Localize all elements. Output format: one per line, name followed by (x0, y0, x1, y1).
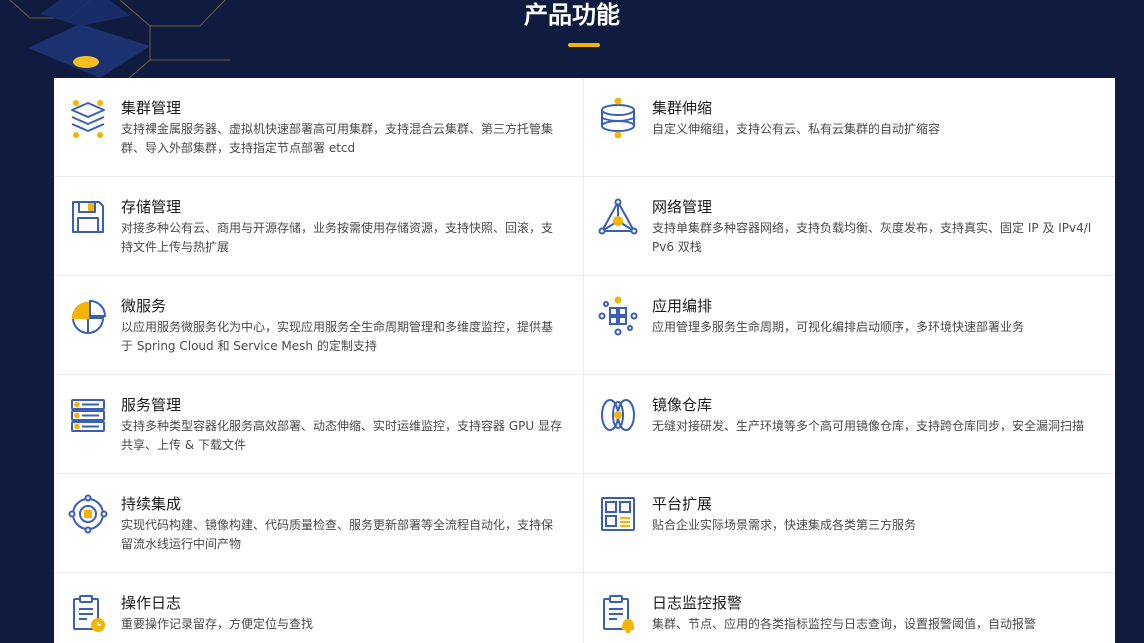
feature-desc: 对接多种公有云、商用与开源存储，业务按需使用存储资源，支持快照、回滚，支持文件上… (121, 221, 554, 254)
feature-title: 应用编排 (652, 297, 713, 315)
feature-panel: 集群管理 支持裸金属服务器、虚拟机快速部署高可用集群，支持混合云集群、第三方托管… (54, 78, 1115, 643)
title-underline (568, 43, 600, 47)
rings-icon (598, 395, 638, 435)
feature-title: 集群伸缩 (652, 99, 713, 117)
feature-title: 操作日志 (121, 594, 182, 612)
floppy-disk-icon (68, 197, 108, 237)
feature-operation-log: 操作日志 重要操作记录留存，方便定位与查找 (54, 573, 584, 643)
feature-desc: 无缝对接研发、生产环境等多个高可用镜像仓库，支持跨仓库同步，安全漏洞扫描 (652, 419, 1085, 433)
feature-title: 微服务 (121, 297, 167, 315)
feature-title: 持续集成 (121, 495, 182, 513)
grid-nodes-icon (598, 296, 638, 336)
coin-icon (73, 56, 99, 68)
feature-cluster-scaling: 集群伸缩 自定义伸缩组，支持公有云、私有云集群的自动扩缩容 (584, 78, 1115, 177)
feature-title: 存储管理 (121, 198, 182, 216)
feature-image-registry: 镜像仓库 无缝对接研发、生产环境等多个高可用镜像仓库，支持跨仓库同步，安全漏洞扫… (584, 375, 1115, 474)
feature-desc: 支持单集群多种容器网络，支持负载均衡、灰度发布，支持真实、固定 IP 及 IPv… (652, 221, 1092, 254)
feature-log-monitor-alert: 日志监控报警 集群、节点、应用的各类指标监控与日志查询，设置报警阈值，自动报警 (584, 573, 1115, 643)
feature-desc: 以应用服务微服务化为中心，实现应用服务全生命周期管理和多维度监控，提供基于 Sp… (121, 320, 554, 353)
feature-title: 服务管理 (121, 396, 182, 414)
pie-segments-icon (68, 296, 108, 336)
clipboard-clock-icon (68, 593, 108, 633)
feature-title: 日志监控报警 (652, 594, 743, 612)
feature-title: 镜像仓库 (652, 396, 713, 414)
feature-title: 平台扩展 (652, 495, 713, 513)
feature-service-management: 服务管理 支持多种类型容器化服务高效部署、动态伸缩、实时运维监控，支持容器 GP… (54, 375, 584, 474)
feature-desc: 贴合企业实际场景需求，快速集成各类第三方服务 (652, 518, 917, 532)
feature-title: 集群管理 (121, 99, 182, 117)
server-rack-icon (68, 395, 108, 435)
clipboard-bell-icon (598, 593, 638, 633)
feature-desc: 支持多种类型容器化服务高效部署、动态伸缩、实时运维监控，支持容器 GPU 显存共… (121, 419, 562, 452)
target-cycle-icon (68, 494, 108, 534)
feature-desc: 自定义伸缩组，支持公有云、私有云集群的自动扩缩容 (652, 122, 941, 136)
feature-continuous-integration: 持续集成 实现代码构建、镜像构建、代码质量检查、服务更新部署等全流程自动化，支持… (54, 474, 584, 573)
feature-cluster-management: 集群管理 支持裸金属服务器、虚拟机快速部署高可用集群，支持混合云集群、第三方托管… (54, 78, 584, 177)
cylinder-icon (598, 98, 638, 138)
layout-blocks-icon (598, 494, 638, 534)
feature-title: 网络管理 (652, 198, 713, 216)
feature-storage-management: 存储管理 对接多种公有云、商用与开源存储，业务按需使用存储资源，支持快照、回滚，… (54, 177, 584, 276)
network-triangle-icon (598, 197, 638, 237)
feature-microservice: 微服务 以应用服务微服务化为中心，实现应用服务全生命周期管理和多维度监控，提供基… (54, 276, 584, 375)
feature-desc: 实现代码构建、镜像构建、代码质量检查、服务更新部署等全流程自动化，支持保留流水线… (121, 518, 554, 551)
feature-app-orchestration: 应用编排 应用管理多服务生命周期，可视化编排启动顺序，多环境快速部署业务 (584, 276, 1115, 375)
section-title: 产品功能 (524, 1, 620, 29)
feature-desc: 集群、节点、应用的各类指标监控与日志查询，设置报警阈值，自动报警 (652, 617, 1037, 631)
feature-platform-extension: 平台扩展 贴合企业实际场景需求，快速集成各类第三方服务 (584, 474, 1115, 573)
feature-network-management: 网络管理 支持单集群多种容器网络，支持负载均衡、灰度发布，支持真实、固定 IP … (584, 177, 1115, 276)
feature-desc: 支持裸金属服务器、虚拟机快速部署高可用集群，支持混合云集群、第三方托管集群、导入… (121, 122, 554, 155)
feature-desc: 应用管理多服务生命周期，可视化编排启动顺序，多环境快速部署业务 (652, 320, 1025, 334)
feature-desc: 重要操作记录留存，方便定位与查找 (121, 617, 314, 631)
stack-layers-icon (68, 98, 108, 138)
